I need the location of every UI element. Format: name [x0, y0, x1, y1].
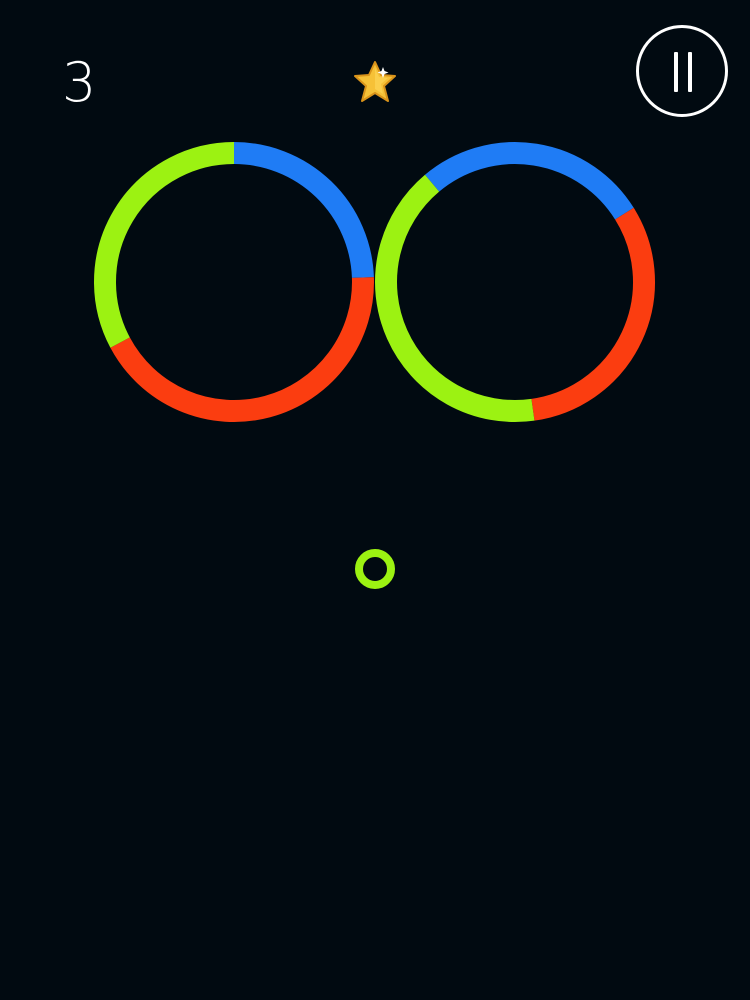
ring-segment-blue — [233, 142, 374, 279]
ring-obstacle-right — [375, 142, 655, 422]
game-canvas[interactable]: 3 — [0, 0, 750, 1000]
ring-segment-lime — [375, 174, 535, 422]
player-ball — [355, 549, 395, 589]
playfield — [94, 142, 655, 589]
ring-obstacle-left — [94, 142, 374, 422]
ring-segment-red — [110, 277, 374, 422]
ring-segment-lime — [94, 142, 235, 348]
ring-segment-blue — [425, 142, 634, 220]
ring-segment-red — [531, 207, 655, 421]
